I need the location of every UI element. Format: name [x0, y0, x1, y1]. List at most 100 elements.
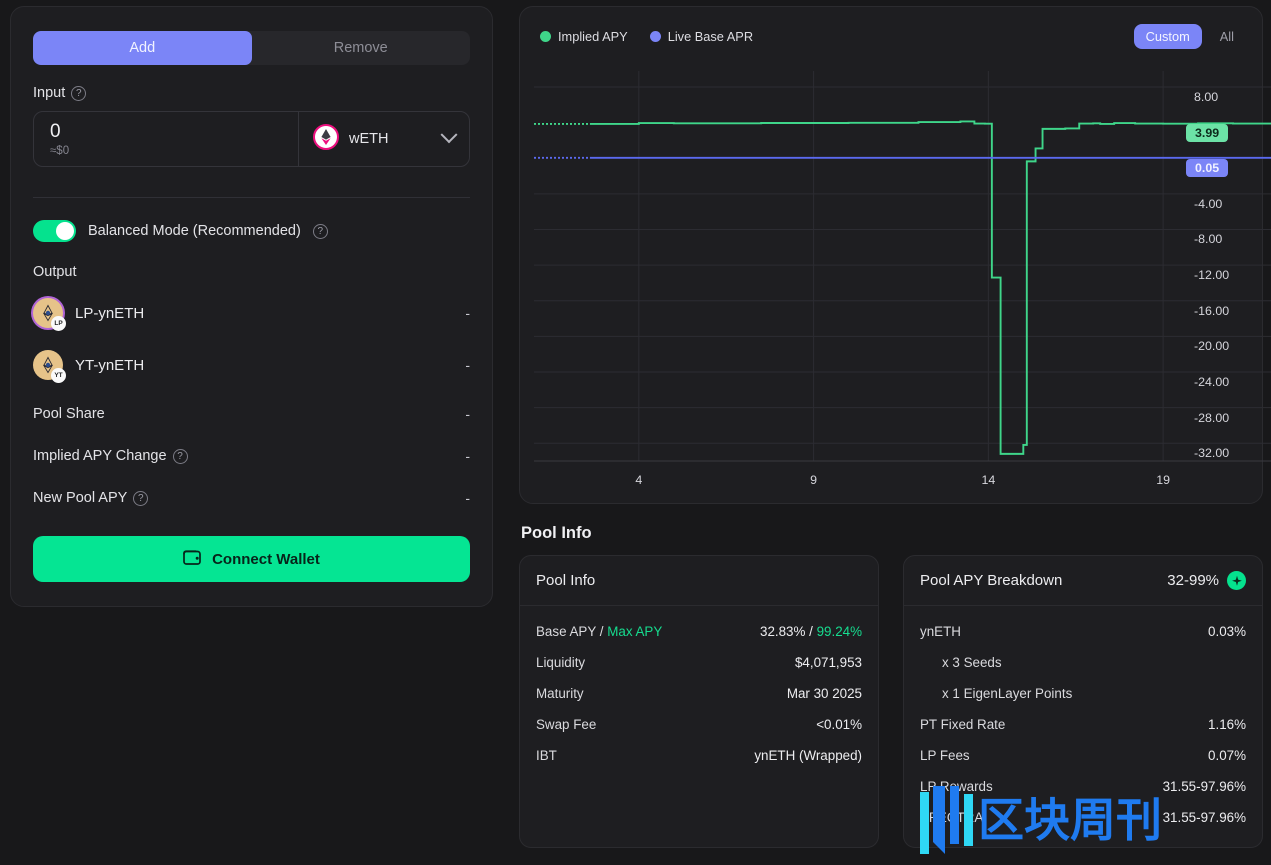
apy-breakdown-row-value: 1.16% [1208, 717, 1246, 732]
max-apy-label: Max APY [607, 624, 662, 639]
pool-info-row-label: Base APY / Max APY [536, 624, 662, 639]
divider [33, 197, 470, 198]
apy-breakdown-row: SPECTRA 31.55-97.96% [920, 802, 1246, 833]
tab-remove[interactable]: Remove [252, 31, 471, 65]
legend-implied-apy[interactable]: Implied APY [540, 29, 628, 44]
chart-y-tick-label: -12.00 [1194, 268, 1229, 282]
chart-x-axis: 491419242025 [534, 473, 1271, 493]
apy-breakdown-row-value: 31.55-97.96% [1163, 779, 1246, 794]
pool-info-row-value: 32.83% / 99.24% [760, 624, 862, 639]
add-remove-tabs[interactable]: Add Remove [33, 31, 470, 65]
help-icon[interactable]: ? [133, 491, 148, 506]
input-amount-row[interactable]: 0 ≈$0 wETH [33, 111, 470, 167]
chart-y-tick-label: -16.00 [1194, 304, 1229, 318]
input-label-row: Input ? [33, 85, 470, 101]
liquidity-panel: Add Remove Input ? 0 ≈$0 [10, 6, 493, 607]
balanced-mode-toggle[interactable] [33, 220, 76, 242]
pool-info-card-body: Base APY / Max APY 32.83% / 99.24% Liquidi… [520, 606, 878, 785]
output-name: YT-ynETH [75, 357, 144, 374]
chart-toolbar: Implied APY Live Base APR Custom All [534, 23, 1254, 49]
apy-breakdown-card-header: Pool APY Breakdown 32-99% [904, 556, 1262, 606]
chart-y-tick-label: -20.00 [1194, 339, 1229, 353]
apy-breakdown-row-label: SPECTRA [920, 810, 983, 825]
range-custom-button[interactable]: Custom [1134, 24, 1202, 49]
connect-wallet-label: Connect Wallet [212, 551, 320, 568]
stat-label: New Pool APY [33, 490, 127, 506]
pool-info-row-value: $4,071,953 [795, 655, 862, 670]
apy-breakdown-row: PT Fixed Rate 1.16% [920, 709, 1246, 740]
chart-x-tick-label: 4 [635, 473, 642, 487]
chart-base-apr-badge: 0.05 [1186, 159, 1228, 177]
help-icon[interactable]: ? [173, 449, 188, 464]
pool-info-row-value: ynETH (Wrapped) [754, 748, 862, 763]
wallet-icon [183, 549, 202, 570]
chart-y-tick-label: -8.00 [1194, 232, 1222, 246]
apy-breakdown-row-label: ynETH [920, 624, 961, 639]
apy-breakdown-card-title: Pool APY Breakdown [920, 572, 1062, 589]
apy-breakdown-row-label: LP Fees [920, 748, 970, 763]
sparkle-icon [1227, 571, 1246, 590]
output-value: - [465, 305, 470, 321]
apy-breakdown-row-value: 0.07% [1208, 748, 1246, 763]
chart-y-tick-label: -28.00 [1194, 411, 1229, 425]
amount-usd: ≈$0 [50, 145, 282, 157]
chart-svg [534, 61, 1271, 505]
info-cards: Pool Info Base APY / Max APY 32.83% / 99.… [519, 555, 1263, 848]
input-label: Input [33, 85, 65, 101]
chart-and-info-column: Implied APY Live Base APR Custom All 8.0… [505, 0, 1271, 865]
apy-breakdown-row: LP Rewards 31.55-97.96% [920, 771, 1246, 802]
chart-x-tick-label: 9 [810, 473, 817, 487]
balanced-mode-row[interactable]: Balanced Mode (Recommended) ? [33, 220, 470, 242]
chevron-down-icon[interactable] [441, 126, 458, 143]
token-name: wETH [349, 131, 433, 147]
apy-breakdown-row: LP Fees 0.07% [920, 740, 1246, 771]
pool-info-row: MaturityMar 30 2025 [536, 678, 862, 709]
chart-legend: Implied APY Live Base APR [540, 29, 753, 44]
amount-value[interactable]: 0 [50, 121, 282, 143]
help-icon[interactable]: ? [313, 224, 328, 239]
pool-info-row: Liquidity$4,071,953 [536, 647, 862, 678]
output-row-yt: YT YT-ynETH - [33, 350, 470, 380]
yt-badge: YT [51, 368, 66, 383]
apy-chart-card: Implied APY Live Base APR Custom All 8.0… [519, 6, 1263, 504]
tab-add[interactable]: Add [33, 31, 252, 65]
chart-implied-apy-badge: 3.99 [1186, 124, 1228, 142]
range-selector[interactable]: Custom All [1134, 24, 1246, 49]
apy-breakdown-row: x 3 Seeds [920, 647, 1246, 678]
stat-implied-apy-change: Implied APY Change ? - [33, 448, 470, 464]
lp-badge: LP [51, 316, 66, 331]
legend-dot-icon [540, 31, 551, 42]
legend-label: Live Base APR [668, 29, 753, 44]
legend-live-base-apr[interactable]: Live Base APR [650, 29, 753, 44]
stat-label: Implied APY Change [33, 448, 167, 464]
apy-breakdown-row-label: x 1 EigenLayer Points [942, 686, 1072, 701]
apy-breakdown-row: x 1 EigenLayer Points [920, 678, 1246, 709]
yt-token-icon: YT [33, 350, 63, 380]
stat-value: - [465, 406, 470, 422]
output-name: LP-ynETH [75, 305, 144, 322]
output-value: - [465, 357, 470, 373]
apy-breakdown-row-label: PT Fixed Rate [920, 717, 1005, 732]
pool-info-row-label: IBT [536, 748, 557, 763]
connect-wallet-button[interactable]: Connect Wallet [33, 536, 470, 582]
chart-y-tick-label: 8.00 [1194, 90, 1218, 104]
pool-info-card-header: Pool Info [520, 556, 878, 606]
legend-label: Implied APY [558, 29, 628, 44]
output-label: Output [33, 264, 470, 280]
token-selector[interactable]: wETH [298, 112, 469, 166]
stat-label: Pool Share [33, 406, 105, 422]
pool-info-card: Pool Info Base APY / Max APY 32.83% / 99.… [519, 555, 879, 848]
stat-new-pool-apy: New Pool APY ? - [33, 490, 470, 506]
range-all-button[interactable]: All [1208, 24, 1246, 49]
amount-input[interactable]: 0 ≈$0 [34, 112, 298, 166]
apy-breakdown-row-label: LP Rewards [920, 779, 993, 794]
stat-value: - [465, 448, 470, 464]
balanced-mode-label: Balanced Mode (Recommended) [88, 223, 301, 239]
help-icon[interactable]: ? [71, 86, 86, 101]
apy-breakdown-row: ynETH0.03% [920, 616, 1246, 647]
pool-info-row-label: Maturity [536, 686, 584, 701]
apy-breakdown-row-value: 31.55-97.96% [1163, 810, 1246, 825]
pool-info-section-title: Pool Info [521, 524, 1263, 543]
pool-info-card-title: Pool Info [536, 572, 595, 589]
pool-info-row: Base APY / Max APY 32.83% / 99.24% [536, 616, 862, 647]
